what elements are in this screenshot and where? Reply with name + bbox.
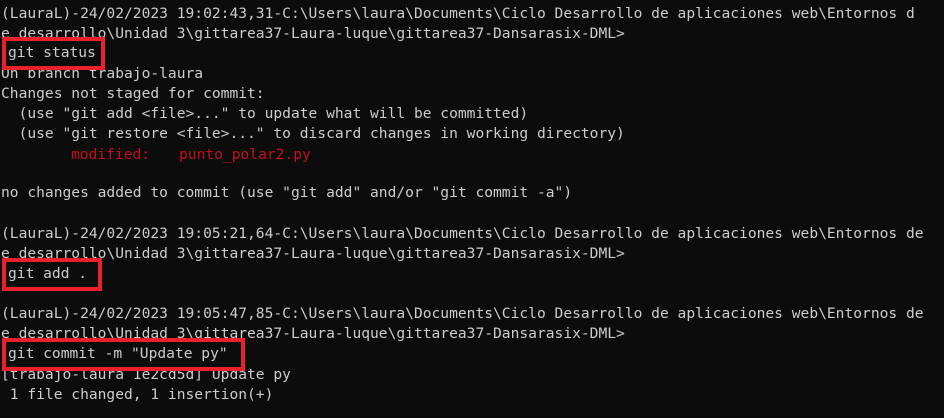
- output-line: On branch trabajo-laura: [1, 65, 204, 82]
- modified-label: modified:: [71, 146, 151, 163]
- command-git-commit: git commit -m "Update py": [8, 345, 228, 362]
- output-line: [trabajo-laura 1e2cd5d] Update py: [1, 366, 291, 383]
- output-line: 1 file changed, 1 insertion(+): [1, 386, 274, 403]
- prompt-line-2: e desarrollo\Unidad 3\gittarea37-Laura-l…: [1, 325, 625, 342]
- terminal-window[interactable]: (LauraL)-24/02/2023 19:02:43,31-C:\Users…: [0, 0, 944, 418]
- status-summary: no changes added to commit (use "git add…: [1, 184, 573, 201]
- modified-file: punto_polar2.py: [179, 146, 311, 163]
- prompt-line-2: e desarrollo\Unidad 3\gittarea37-Laura-l…: [1, 245, 625, 262]
- output-line: (use "git add <file>..." to update what …: [1, 105, 529, 122]
- command-git-add: git add .: [8, 265, 88, 282]
- prompt-line-1: (LauraL)-24/02/2023 19:05:21,64-C:\Users…: [1, 225, 924, 242]
- prompt-line-2: e desarrollo\Unidad 3\gittarea37-Laura-l…: [1, 25, 625, 42]
- prompt-line-1: (LauraL)-24/02/2023 19:05:47,85-C:\Users…: [1, 305, 924, 322]
- output-line: Changes not staged for commit:: [1, 85, 265, 102]
- command-git-status: git status: [8, 44, 96, 61]
- output-line: (use "git restore <file>..." to discard …: [1, 125, 625, 142]
- prompt-line-1: (LauraL)-24/02/2023 19:02:43,31-C:\Users…: [1, 5, 915, 22]
